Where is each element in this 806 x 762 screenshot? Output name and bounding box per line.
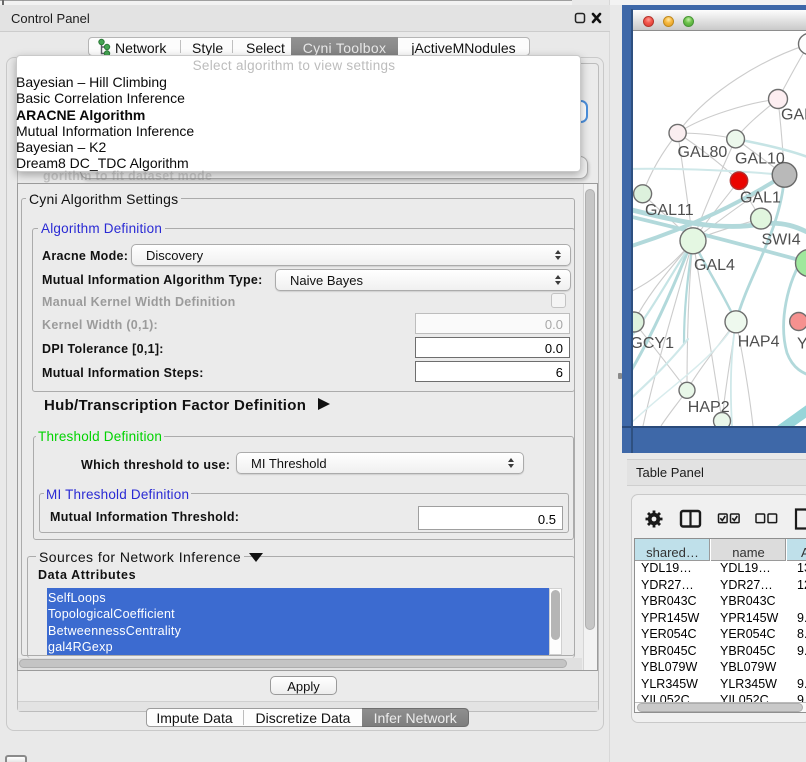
svg-text:GAL11: GAL11 <box>645 202 694 219</box>
svg-text:SWI4: SWI4 <box>762 232 801 249</box>
svg-text:GCY1: GCY1 <box>633 335 674 352</box>
svg-text:GAL1: GAL1 <box>740 190 781 207</box>
svg-text:HAP4: HAP4 <box>738 333 780 350</box>
svg-text:GAL10: GAL10 <box>735 151 785 168</box>
svg-text:GAL4: GAL4 <box>694 257 735 274</box>
svg-text:Y: Y <box>797 336 806 353</box>
svg-text:GAL80: GAL80 <box>678 144 728 161</box>
svg-text:GAL: GAL <box>781 107 806 124</box>
svg-text:HAP2: HAP2 <box>688 399 730 416</box>
